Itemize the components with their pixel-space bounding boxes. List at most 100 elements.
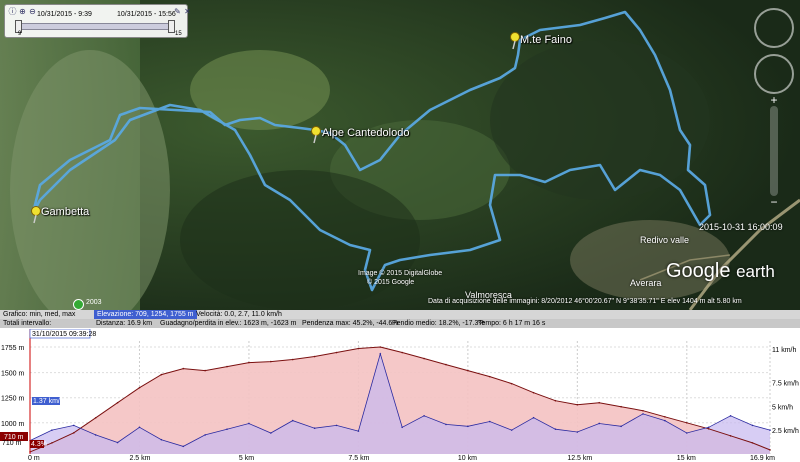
slider-track[interactable] bbox=[17, 23, 175, 30]
elevation-point bbox=[445, 363, 447, 366]
elevation-point bbox=[72, 432, 75, 434]
profile-stats-row: Grafico: min, med, max Elevazione: 709, … bbox=[0, 310, 800, 319]
elevation-point bbox=[291, 358, 294, 361]
elevation-point bbox=[729, 435, 732, 437]
elevation-tick-label: 1755 m bbox=[1, 345, 25, 352]
speed-point bbox=[379, 352, 382, 355]
move-joystick-icon[interactable] bbox=[754, 54, 794, 94]
speed-tick-label: 2.5 km/h bbox=[772, 428, 799, 435]
speed-point bbox=[138, 426, 141, 429]
speed-stat[interactable]: Velocità: 0.0, 2.7, 11.0 km/h bbox=[196, 310, 282, 319]
cursor-speed: 1.37 km/h bbox=[33, 398, 64, 405]
cursor-elev-small: 710 m bbox=[2, 440, 22, 447]
profile-chart[interactable]: 1755 m 1500 m 1250 m 1000 m 11 km/h 7.5 km/h… bbox=[0, 329, 800, 462]
elevation-point bbox=[664, 415, 666, 418]
speed-point bbox=[423, 415, 425, 417]
speed-tick-label: 5 km/h bbox=[772, 404, 793, 411]
x-tick-label: 12.5 km bbox=[567, 455, 592, 462]
place-label-redivo: Redivo valle bbox=[640, 235, 690, 245]
placemark-label-cantedolodo[interactable]: Alpe Cantedolodo bbox=[322, 127, 409, 139]
speed-point bbox=[270, 432, 272, 434]
elevation-profile-panel[interactable]: Grafico: min, med, max Elevazione: 709, … bbox=[0, 310, 800, 462]
speed-point bbox=[751, 424, 754, 427]
elevation-point bbox=[379, 346, 382, 348]
cursor-slope: 4.3% bbox=[31, 441, 47, 448]
elevation-point bbox=[204, 369, 206, 372]
gain-loss-stat: Guadagno/perdita in elev.: 1623 m, -1623… bbox=[160, 320, 297, 327]
speed-point bbox=[769, 429, 771, 431]
speed-point bbox=[532, 416, 535, 419]
placemark-label-faino[interactable]: M.te Faino bbox=[520, 34, 572, 46]
elevation-point bbox=[510, 382, 513, 385]
close-icon[interactable]: ✕ bbox=[183, 7, 192, 16]
speed-tick-label: 7.5 km/h bbox=[772, 380, 799, 387]
graph-label: Grafico: min, med, max bbox=[3, 311, 76, 318]
speed-point bbox=[467, 425, 469, 428]
elevation-point bbox=[769, 449, 771, 451]
imagery-credit: Image © 2015 DigitalGlobe bbox=[358, 270, 443, 277]
zoom-minus-icon[interactable]: − bbox=[766, 196, 782, 208]
elevation-point bbox=[467, 369, 469, 372]
elevation-point bbox=[423, 357, 425, 360]
speed-point bbox=[620, 425, 622, 428]
logo-google: Google bbox=[666, 260, 731, 282]
max-slope-stat: Pendenza max: 45.2%, -44.6% bbox=[302, 320, 399, 327]
x-tick-label: 0 m bbox=[28, 455, 40, 462]
elevation-point bbox=[226, 365, 228, 368]
speed-point bbox=[291, 419, 294, 422]
zoom-slider[interactable] bbox=[770, 106, 778, 196]
speed-point bbox=[51, 429, 53, 431]
x-tick-label: 5 km bbox=[239, 455, 254, 462]
elevation-point bbox=[751, 442, 754, 444]
elevation-point bbox=[642, 409, 644, 412]
info-icon[interactable]: ⓘ bbox=[8, 7, 17, 16]
speed-point bbox=[664, 419, 666, 422]
elevation-point bbox=[248, 361, 250, 364]
elevation-point bbox=[182, 367, 185, 370]
speed-point bbox=[116, 441, 119, 444]
speed-point bbox=[94, 434, 97, 436]
tour-globe-icon[interactable] bbox=[73, 299, 84, 310]
x-tick-label: 2.5 km bbox=[129, 455, 150, 462]
elevation-stat[interactable]: Elevazione: 709, 1254, 1755 m bbox=[94, 310, 197, 319]
speed-point bbox=[401, 426, 403, 429]
elevation-point bbox=[620, 405, 622, 408]
imagery-credit-google: © 2015 Google bbox=[367, 279, 415, 286]
x-tick-label: 7.5 km bbox=[348, 455, 369, 462]
elevation-point bbox=[707, 428, 710, 430]
speed-point bbox=[554, 428, 557, 430]
totals-label: Totali intervallo: bbox=[3, 320, 52, 327]
slider-tick-end: 15 bbox=[175, 31, 182, 37]
speed-tick-label: 11 km/h bbox=[772, 347, 796, 354]
placemark-pin-icon[interactable] bbox=[310, 126, 322, 144]
time-slider-panel[interactable]: ⓘ ⊕ ⊖ ✎ ✕ 10/31/2015 - 9:39 10/31/2015 -… bbox=[4, 4, 191, 38]
look-joystick-icon[interactable] bbox=[754, 8, 794, 48]
zoom-in-icon[interactable]: ⊕ bbox=[18, 7, 27, 16]
profile-totals-row: Totali intervallo: Distanza: 16.9 km Gua… bbox=[0, 319, 800, 328]
zoom-out-icon[interactable]: ⊖ bbox=[28, 7, 37, 16]
slider-end-handle[interactable] bbox=[168, 20, 175, 33]
zoom-plus-icon[interactable]: + bbox=[766, 94, 782, 106]
speed-point bbox=[335, 424, 338, 427]
speed-point bbox=[226, 428, 228, 430]
speed-point bbox=[204, 434, 206, 436]
navigation-controls[interactable]: + − bbox=[752, 6, 796, 208]
distance-stat: Distanza: 16.9 km bbox=[96, 320, 153, 327]
tour-badge: 2003 bbox=[86, 299, 102, 306]
speed-point bbox=[72, 424, 75, 427]
elevation-point bbox=[51, 442, 53, 444]
elevation-point bbox=[532, 391, 535, 394]
speed-point bbox=[576, 431, 579, 433]
elevation-point bbox=[270, 360, 272, 363]
elevation-point bbox=[138, 386, 141, 389]
earth-map-view[interactable]: M.te Faino Alpe Cantedolodo Gambetta 201… bbox=[0, 0, 800, 310]
speed-point bbox=[248, 422, 250, 425]
elevation-point bbox=[598, 401, 601, 404]
placemark-label-gambetta[interactable]: Gambetta bbox=[41, 206, 89, 218]
speed-point bbox=[357, 430, 360, 432]
speed-point bbox=[642, 413, 644, 415]
elevation-point bbox=[335, 351, 338, 354]
logo-earth: earth bbox=[736, 262, 775, 281]
speed-point bbox=[313, 427, 316, 430]
google-earth-logo: Google earth bbox=[666, 260, 775, 283]
